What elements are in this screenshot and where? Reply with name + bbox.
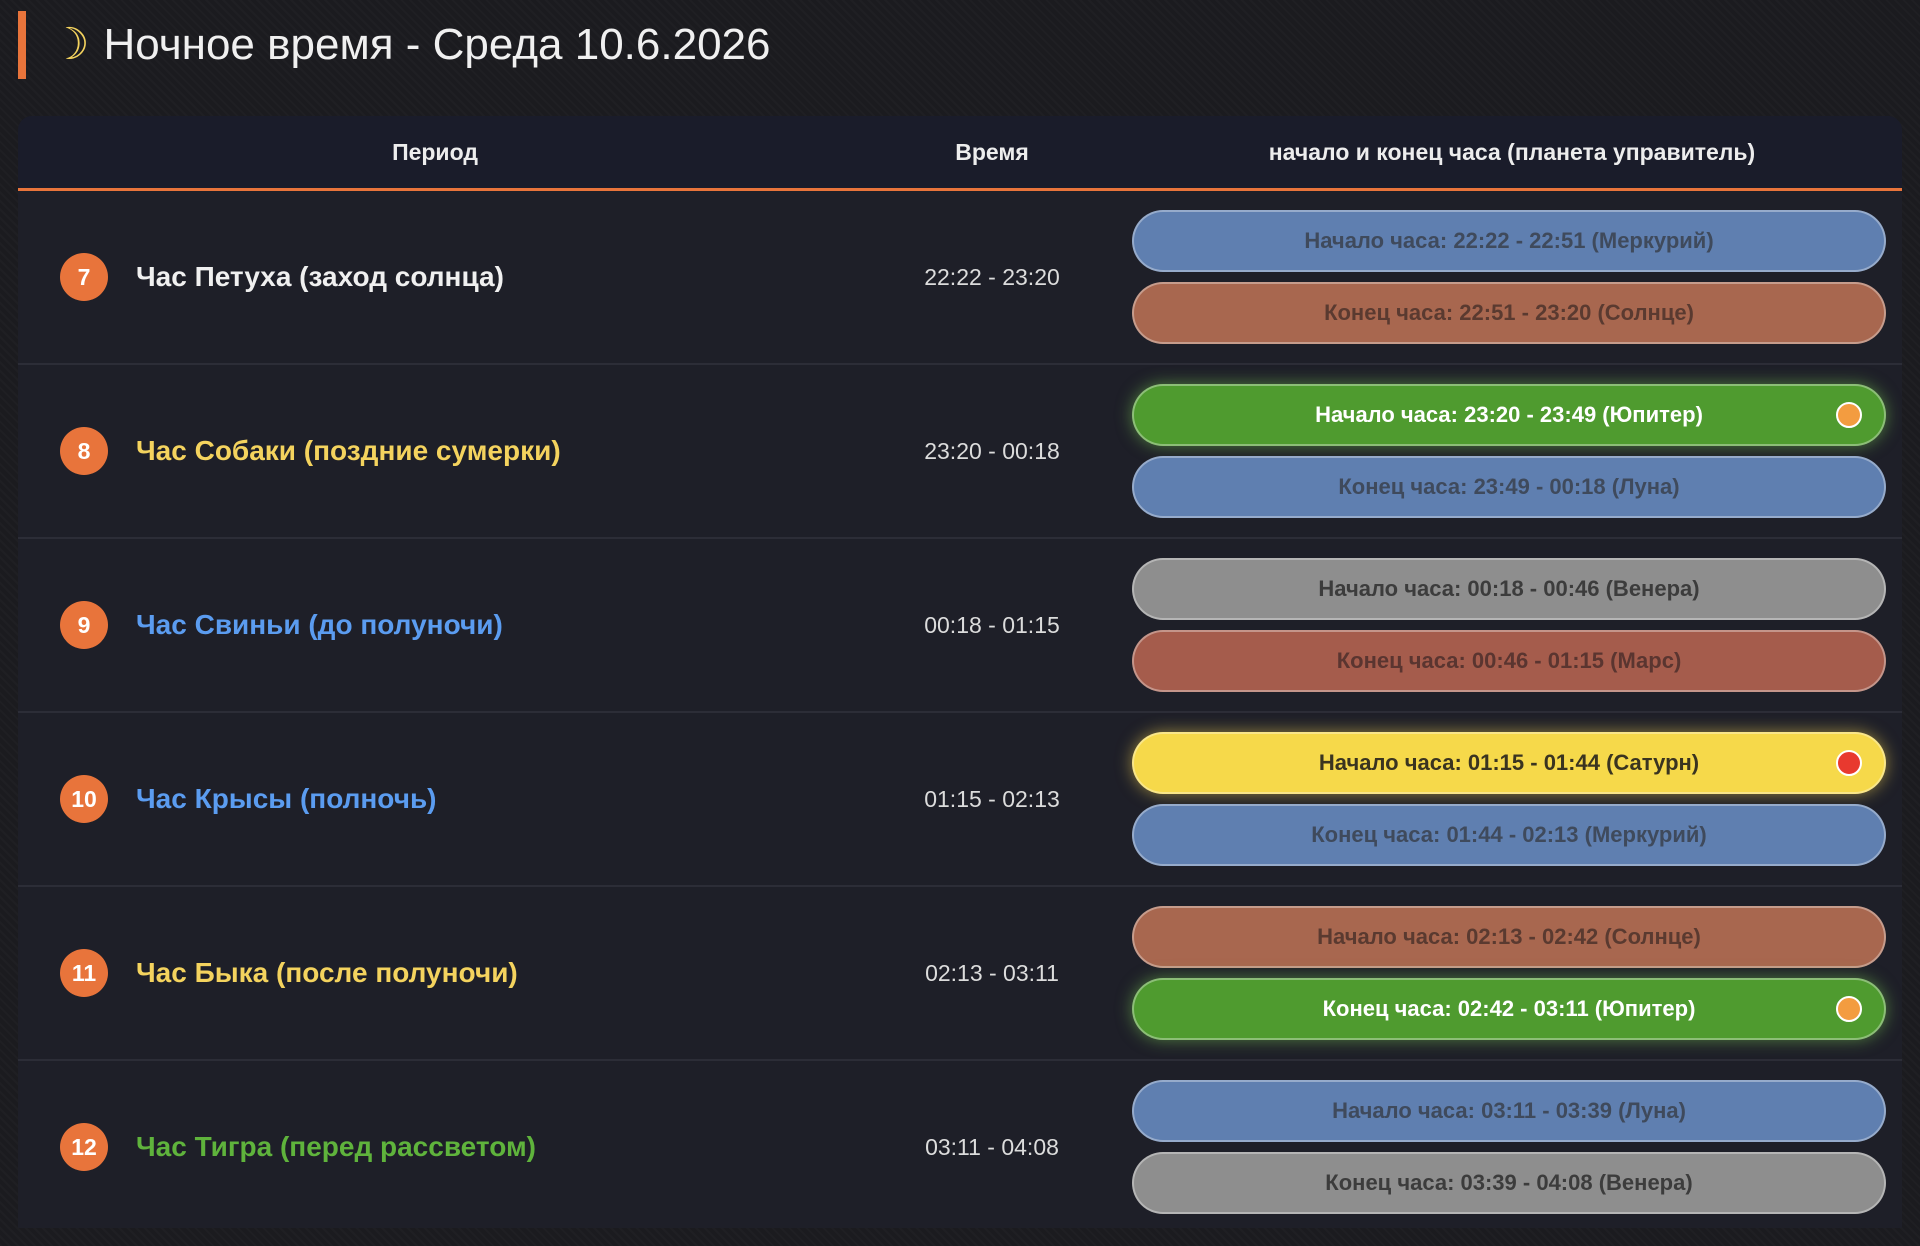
period-cell: 7 Час Петуха (заход солнца) <box>18 253 852 301</box>
table-row: 12 Час Тигра (перед рассветом) 03:11 - 04:… <box>18 1061 1902 1228</box>
hours-table: Период Время начало и конец часа (планет… <box>18 116 1902 1228</box>
hour-label: Начало часа: 22:22 - 22:51 (Меркурий) <box>1304 228 1714 253</box>
period-name: Час Тигра (перед рассветом) <box>136 1131 536 1162</box>
status-dot-icon <box>1836 750 1862 776</box>
period-name: Час Свиньи (до полуночи) <box>136 609 503 640</box>
time-range: 00:18 - 01:15 <box>924 611 1060 638</box>
table-row: 11 Час Быка (после полуночи) 02:13 - 03:11… <box>18 887 1902 1061</box>
table-header: Период Время начало и конец часа (планет… <box>18 116 1902 191</box>
hour-label: Начало часа: 02:13 - 02:42 (Солнце) <box>1317 924 1701 949</box>
hour-end-pill[interactable]: Конец часа: 00:46 - 01:15 (Марс) <box>1132 630 1886 692</box>
hour-label: Начало часа: 03:11 - 03:39 (Луна) <box>1332 1098 1686 1123</box>
period-cell: 9 Час Свиньи (до полуночи) <box>18 601 852 649</box>
period-name: Час Петуха (заход солнца) <box>136 261 504 292</box>
planetary-hours-cell: Начало часа: 01:15 - 01:44 (Сатурн) Конец… <box>1132 732 1902 866</box>
period-name: Час Собаки (поздние сумерки) <box>136 435 561 466</box>
page-title: Ночное время - Среда 10.6.2026 <box>103 20 771 69</box>
hour-number-badge: 11 <box>60 949 108 997</box>
hour-end-pill[interactable]: Конец часа: 01:44 - 02:13 (Меркурий) <box>1132 804 1886 866</box>
column-header-time: Время <box>955 138 1029 165</box>
hour-start-pill[interactable]: Начало часа: 00:18 - 00:46 (Венера) <box>1132 558 1886 620</box>
time-range: 01:15 - 02:13 <box>924 785 1060 812</box>
hour-end-pill[interactable]: Конец часа: 22:51 - 23:20 (Солнце) <box>1132 282 1886 344</box>
planetary-hours-cell: Начало часа: 23:20 - 23:49 (Юпитер) Конец… <box>1132 384 1902 518</box>
table-row: 10 Час Крысы (полночь) 01:15 - 02:13 Начало… <box>18 713 1902 887</box>
header-accent-bar <box>18 11 26 79</box>
hour-label: Конец часа: 00:46 - 01:15 (Марс) <box>1336 648 1682 673</box>
hour-label: Конец часа: 02:42 - 03:11 (Юпитер) <box>1322 996 1696 1021</box>
status-dot-icon <box>1836 996 1862 1022</box>
hour-label: Конец часа: 01:44 - 02:13 (Меркурий) <box>1311 822 1707 847</box>
hour-label: Конец часа: 03:39 - 04:08 (Венера) <box>1325 1170 1693 1195</box>
hour-end-pill[interactable]: Конец часа: 03:39 - 04:08 (Венера) <box>1132 1152 1886 1214</box>
hour-start-pill[interactable]: Начало часа: 01:15 - 01:44 (Сатурн) <box>1132 732 1886 794</box>
hour-start-pill[interactable]: Начало часа: 23:20 - 23:49 (Юпитер) <box>1132 384 1886 446</box>
hour-label: Начало часа: 00:18 - 00:46 (Венера) <box>1318 576 1700 601</box>
hour-number-badge: 8 <box>60 427 108 475</box>
hour-number-badge: 10 <box>60 775 108 823</box>
time-range: 23:20 - 00:18 <box>924 437 1060 464</box>
hour-start-pill[interactable]: Начало часа: 03:11 - 03:39 (Луна) <box>1132 1080 1886 1142</box>
time-range: 22:22 - 23:20 <box>924 263 1060 290</box>
page-header: ☽ Ночное время - Среда 10.6.2026 <box>18 10 770 80</box>
hour-label: Конец часа: 23:49 - 00:18 (Луна) <box>1338 474 1680 499</box>
planetary-hours-cell: Начало часа: 22:22 - 22:51 (Меркурий) Кон… <box>1132 210 1902 344</box>
hour-number-badge: 9 <box>60 601 108 649</box>
column-header-period: Период <box>392 138 478 165</box>
hour-label: Начало часа: 23:20 - 23:49 (Юпитер) <box>1315 402 1703 427</box>
time-range: 02:13 - 03:11 <box>925 959 1059 986</box>
period-cell: 8 Час Собаки (поздние сумерки) <box>18 427 852 475</box>
column-header-hours: начало и конец часа (планета управитель) <box>1268 138 1756 165</box>
table-row: 8 Час Собаки (поздние сумерки) 23:20 - 00:… <box>18 365 1902 539</box>
planetary-hours-cell: Начало часа: 03:11 - 03:39 (Луна) Конец ч… <box>1132 1080 1902 1214</box>
planetary-hours-cell: Начало часа: 00:18 - 00:46 (Венера) Конец… <box>1132 558 1902 692</box>
hour-start-pill[interactable]: Начало часа: 22:22 - 22:51 (Меркурий) <box>1132 210 1886 272</box>
period-cell: 10 Час Крысы (полночь) <box>18 775 852 823</box>
planetary-hours-cell: Начало часа: 02:13 - 02:42 (Солнце) Конец… <box>1132 906 1902 1040</box>
hour-end-pill[interactable]: Конец часа: 23:49 - 00:18 (Луна) <box>1132 456 1886 518</box>
time-range: 03:11 - 04:08 <box>925 1133 1059 1160</box>
status-dot-icon <box>1836 402 1862 428</box>
hour-end-pill[interactable]: Конец часа: 02:42 - 03:11 (Юпитер) <box>1132 978 1886 1040</box>
moon-icon: ☽ <box>50 20 90 69</box>
period-name: Час Крысы (полночь) <box>136 783 437 814</box>
period-cell: 11 Час Быка (после полуночи) <box>18 949 852 997</box>
table-row: 7 Час Петуха (заход солнца) 22:22 - 23:20 Н… <box>18 191 1902 365</box>
period-cell: 12 Час Тигра (перед рассветом) <box>18 1123 852 1171</box>
hour-label: Начало часа: 01:15 - 01:44 (Сатурн) <box>1318 750 1700 775</box>
hour-number-badge: 12 <box>60 1123 108 1171</box>
table-body: 7 Час Петуха (заход солнца) 22:22 - 23:20 Н… <box>18 191 1902 1228</box>
period-name: Час Быка (после полуночи) <box>136 957 518 988</box>
hour-label: Конец часа: 22:51 - 23:20 (Солнце) <box>1324 300 1694 325</box>
hour-number-badge: 7 <box>60 253 108 301</box>
table-row: 9 Час Свиньи (до полуночи) 00:18 - 01:15 На… <box>18 539 1902 713</box>
hour-start-pill[interactable]: Начало часа: 02:13 - 02:42 (Солнце) <box>1132 906 1886 968</box>
